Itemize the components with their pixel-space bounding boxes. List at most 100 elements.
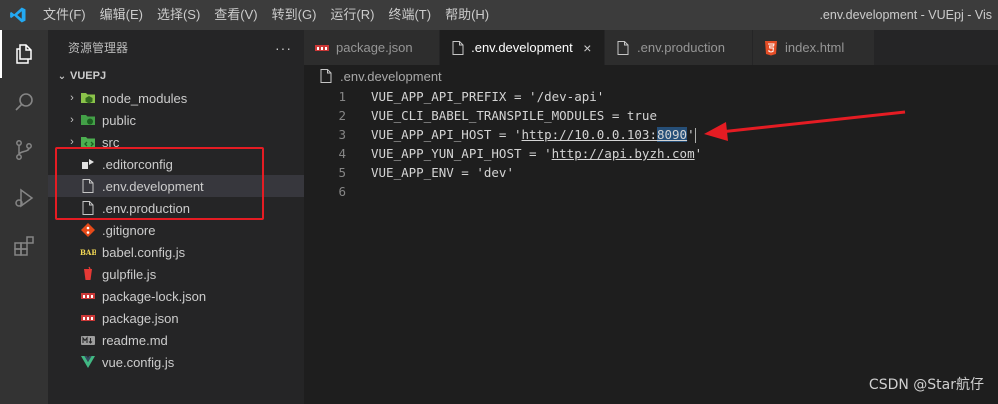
- url-link[interactable]: http://10.0.0.103:8090: [522, 127, 688, 142]
- code-text: VUE_APP_API_PREFIX = '/dev-api': [371, 87, 604, 106]
- explorer-sidebar: 资源管理器 ··· ⌄ VUEPJ › node_modules › public › s…: [48, 30, 304, 404]
- code-segment: VUE_APP_YUN_API_HOST = ': [371, 146, 552, 161]
- code-line[interactable]: 2 VUE_CLI_BABEL_TRANSPILE_MODULES = true: [304, 106, 998, 125]
- code-line[interactable]: 3 VUE_APP_API_HOST = 'http://10.0.0.103:8…: [304, 125, 998, 144]
- tree-file[interactable]: package-lock.json: [48, 285, 304, 307]
- code-segment: VUE_CLI_BABEL_TRANSPILE_MODULES = true: [371, 108, 657, 123]
- menu-item[interactable]: 选择(S): [150, 0, 207, 30]
- more-actions-icon[interactable]: ···: [275, 40, 292, 56]
- gulp-icon: [80, 266, 96, 282]
- extensions-icon[interactable]: [0, 222, 48, 270]
- tree-item-label: vue.config.js: [102, 354, 175, 370]
- chevron-right-icon: ›: [70, 92, 74, 104]
- chevron-right-icon: ›: [70, 114, 74, 126]
- workspace-folder[interactable]: ⌄ VUEPJ: [48, 65, 304, 87]
- tree-item-label: .env.production: [102, 200, 190, 216]
- tree-item-label: package.json: [102, 310, 179, 326]
- editor-tab[interactable]: .env.production: [605, 30, 753, 65]
- code-segment: ': [694, 146, 703, 161]
- code-text: VUE_APP_ENV = 'dev': [371, 163, 514, 182]
- public-folder-icon: [80, 112, 96, 128]
- file-icon: [80, 178, 96, 194]
- tree-folder[interactable]: › node_modules: [48, 87, 304, 109]
- code-text: VUE_CLI_BABEL_TRANSPILE_MODULES = true: [371, 106, 657, 125]
- editor-tab[interactable]: package.json: [304, 30, 440, 65]
- npm-icon: [314, 40, 330, 56]
- tree-file[interactable]: gulpfile.js: [48, 263, 304, 285]
- line-number: 2: [338, 108, 346, 123]
- tree-item-label: readme.md: [102, 332, 168, 348]
- line-number: 4: [338, 146, 346, 161]
- url-text: http://api.byzh.com: [551, 146, 695, 161]
- line-number: 5: [338, 165, 346, 180]
- code-editor[interactable]: 1 VUE_APP_API_PREFIX = '/dev-api' 2 VUE_CLI…: [304, 87, 998, 404]
- tree-folder[interactable]: › src: [48, 131, 304, 153]
- run-debug-icon[interactable]: [0, 174, 48, 222]
- tree-file[interactable]: vue.config.js: [48, 351, 304, 373]
- files-icon[interactable]: [0, 30, 48, 78]
- window-title: .env.development - VUEpj - Vis: [819, 8, 992, 22]
- text-cursor: [694, 128, 696, 143]
- breadcrumb[interactable]: .env.development: [304, 65, 998, 87]
- watermark: CSDN @Star航仔: [868, 377, 984, 393]
- file-icon: [450, 40, 465, 56]
- node-folder-icon: [80, 90, 96, 106]
- menu-item[interactable]: 查看(V): [207, 0, 264, 30]
- code-segment: VUE_APP_ENV = 'dev': [371, 165, 514, 180]
- tree-file[interactable]: .env.development: [48, 175, 304, 197]
- tree-file[interactable]: .gitignore: [48, 219, 304, 241]
- workspace-folder-label: VUEPJ: [70, 70, 107, 82]
- menu-bar: 文件(F) 编辑(E) 选择(S) 查看(V) 转到(G) 运行(R) 终端(T) 帮助(H): [36, 0, 496, 30]
- file-icon: [615, 40, 631, 56]
- tree-item-label: src: [102, 134, 120, 150]
- tree-item-label: .env.development: [102, 178, 204, 194]
- markdown-icon: [80, 332, 96, 348]
- tab-label: .env.development: [471, 40, 573, 55]
- code-segment: VUE_APP_API_PREFIX = '/dev-api': [371, 89, 605, 104]
- tree-file[interactable]: BAB babel.config.js: [48, 241, 304, 263]
- code-segment: VUE_APP_API_HOST = ': [371, 127, 522, 142]
- tree-file[interactable]: package.json: [48, 307, 304, 329]
- tree-file[interactable]: readme.md: [48, 329, 304, 351]
- babel-icon: BAB: [80, 244, 96, 260]
- code-line[interactable]: 1 VUE_APP_API_PREFIX = '/dev-api': [304, 87, 998, 106]
- tree-file[interactable]: .editorconfig: [48, 153, 304, 175]
- source-control-icon[interactable]: [0, 126, 48, 174]
- file-icon: [80, 200, 96, 216]
- file-icon: [320, 68, 334, 84]
- menu-item[interactable]: 运行(R): [323, 0, 381, 30]
- code-line[interactable]: 4 VUE_APP_YUN_API_HOST = 'http://api.byzh…: [304, 144, 998, 163]
- tree-item-label: .editorconfig: [102, 156, 173, 172]
- close-icon[interactable]: ×: [581, 40, 594, 56]
- html5-icon: [763, 40, 779, 56]
- svg-text:BAB: BAB: [80, 248, 96, 257]
- tab-label: index.html: [785, 40, 845, 55]
- menu-item[interactable]: 文件(F): [36, 0, 93, 30]
- editor-tab[interactable]: .env.development ×: [440, 30, 605, 65]
- title-bar: 文件(F) 编辑(E) 选择(S) 查看(V) 转到(G) 运行(R) 终端(T) 帮助(H)…: [0, 0, 998, 30]
- code-text: VUE_APP_YUN_API_HOST = 'http://api.byzh.…: [371, 144, 702, 163]
- code-line[interactable]: 6: [304, 182, 998, 201]
- menu-item[interactable]: 帮助(H): [438, 0, 496, 30]
- npm-icon: [80, 288, 96, 304]
- tree-folder[interactable]: › public: [48, 109, 304, 131]
- vscode-logo-icon: [0, 0, 36, 30]
- tree-item-label: .gitignore: [102, 222, 156, 238]
- editor-tab[interactable]: index.html: [753, 30, 875, 65]
- search-icon[interactable]: [0, 78, 48, 126]
- activity-bar: [0, 30, 48, 404]
- tree-item-label: node_modules: [102, 90, 188, 106]
- menu-item[interactable]: 转到(G): [265, 0, 324, 30]
- git-icon: [80, 222, 96, 238]
- code-line[interactable]: 5 VUE_APP_ENV = 'dev': [304, 163, 998, 182]
- tab-label: .env.production: [637, 40, 725, 55]
- url-link[interactable]: http://api.byzh.com: [552, 146, 695, 161]
- explorer-header: 资源管理器 ···: [48, 30, 304, 65]
- menu-item[interactable]: 终端(T): [381, 0, 438, 30]
- menu-item[interactable]: 编辑(E): [93, 0, 150, 30]
- tree-file[interactable]: .env.production: [48, 197, 304, 219]
- tab-label: package.json: [336, 40, 413, 55]
- npm-icon: [80, 310, 96, 326]
- breadcrumb-file: .env.development: [340, 68, 442, 84]
- explorer-title: 资源管理器: [68, 41, 129, 55]
